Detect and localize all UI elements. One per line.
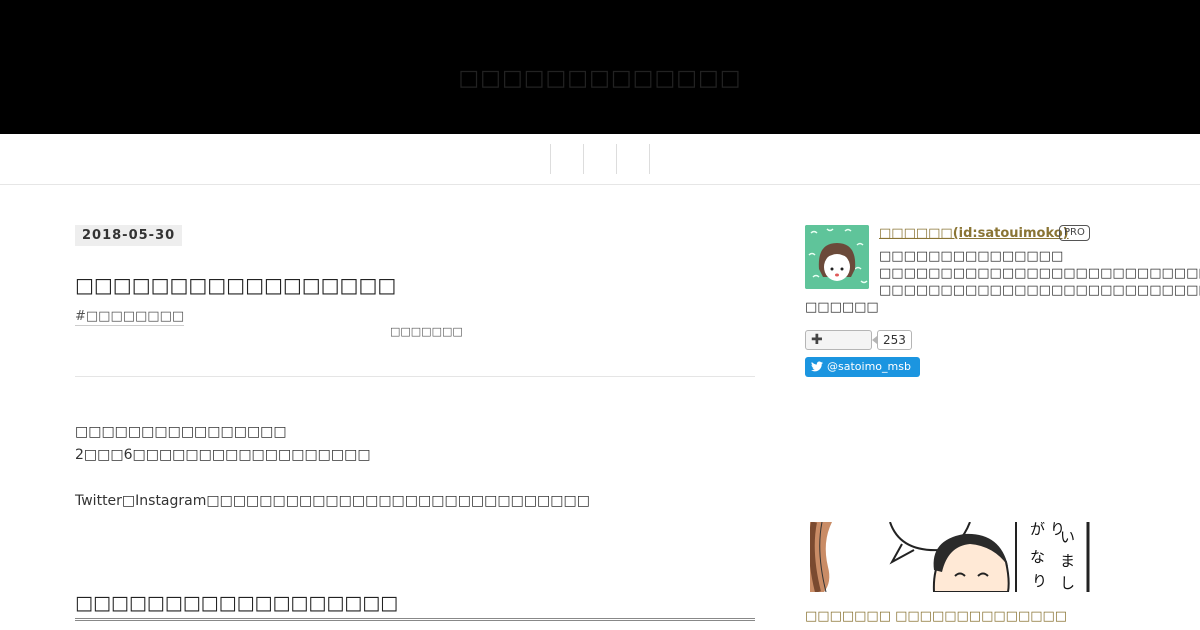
entry-paragraph: 2□□□6□□□□□□□□□□□□□□□□□□: [75, 447, 371, 463]
manga-caption-link[interactable]: □□□□□□□ □□□□□□□□□□□□□□: [805, 609, 1067, 624]
entry-title[interactable]: □□□□□□□□□□□□□□□□□: [75, 271, 396, 299]
nav-divider: [649, 144, 650, 174]
nav-item-3[interactable]: [617, 144, 649, 174]
svg-text:な: な: [1030, 548, 1045, 566]
twitter-bird-icon: [811, 361, 823, 372]
nav-item-2[interactable]: [584, 144, 616, 174]
global-nav: [0, 134, 1200, 185]
twitter-handle: @satoimo_msb: [827, 360, 911, 373]
manga-thumbnail[interactable]: が な り り い ま し: [810, 522, 1100, 592]
plus-icon: ✚: [811, 332, 823, 348]
svg-text:い: い: [1060, 528, 1075, 546]
avatar-illustration: [805, 225, 869, 289]
entry-paragraph: Twitter□Instagram□□□□□□□□□□□□□□□□□□□□□□□…: [75, 493, 590, 509]
profile-avatar[interactable]: [805, 225, 869, 289]
twitter-follow-button[interactable]: @satoimo_msb: [805, 357, 920, 377]
pro-badge: PRO: [1059, 225, 1090, 241]
profile-description-line: □□□□□□□□□□□□□□□: [879, 249, 1064, 264]
profile-name-link[interactable]: □□□□□□(id:satouimoko): [879, 226, 1069, 241]
svg-text:が: が: [1030, 522, 1045, 538]
nav-item-1[interactable]: [551, 144, 583, 174]
entry-divider: [75, 376, 755, 377]
blog-title[interactable]: □□□□□□□□□□□□□: [0, 66, 1200, 91]
profile-description: □□□□□□□□□□□□□□□ □□□□□□□□□□□□□□□□□□□□□□□□…: [879, 248, 1200, 299]
entry-sub-label: □□□□□□□: [390, 325, 463, 338]
profile-description-line: □□□□□□□□□□□□□□□□□□□□□□□□□□□: [879, 266, 1200, 281]
subscriber-count: 253: [877, 330, 912, 350]
blog-header: □□□□□□□□□□□□□: [0, 0, 1200, 134]
subscribe-button[interactable]: ✚: [805, 330, 872, 350]
svg-text:ま: ま: [1060, 552, 1075, 570]
entry-paragraph: □□□□□□□□□□□□□□□□: [75, 424, 287, 440]
entry-category-link[interactable]: #□□□□□□□□: [75, 309, 185, 326]
profile-description-line: □□□□□□: [805, 300, 879, 315]
entry-section-heading: □□□□□□□□□□□□□□□□□□: [75, 590, 755, 621]
manga-illustration: が な り り い ま し: [810, 522, 1100, 592]
svg-text:り: り: [1032, 572, 1047, 590]
profile-description-line: □□□□□□□□□□□□□□□□□□□□□□□□□□□□□□: [879, 283, 1200, 298]
svg-text:し: し: [1060, 574, 1075, 592]
entry-date[interactable]: 2018-05-30: [75, 225, 183, 246]
